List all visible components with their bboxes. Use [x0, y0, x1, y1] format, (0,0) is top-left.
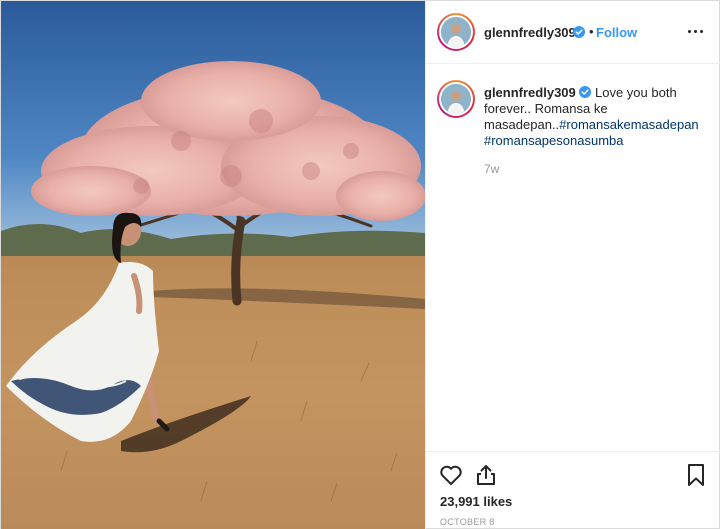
- hashtag-link[interactable]: #romansapesonasumba: [484, 133, 623, 148]
- verified-badge-icon: [579, 86, 592, 98]
- post-photo[interactable]: [1, 1, 425, 529]
- bookmark-icon[interactable]: [683, 462, 709, 488]
- author-avatar[interactable]: [437, 13, 475, 51]
- heart-icon[interactable]: [438, 462, 464, 488]
- instagram-post: glennfredly309 • Follow glennfredly309 L…: [0, 0, 720, 529]
- more-options-icon[interactable]: [687, 25, 705, 39]
- avatar-image: [441, 84, 471, 114]
- post-actions: 23,991 likes OCTOBER 8: [426, 451, 720, 529]
- post-details-panel: glennfredly309 • Follow glennfredly309 L…: [425, 1, 720, 529]
- share-icon[interactable]: [473, 462, 499, 488]
- caption-text: glennfredly309 Love you both forever.. R…: [484, 85, 706, 149]
- header-separator: •: [589, 24, 594, 39]
- verified-badge-icon: [573, 26, 585, 38]
- author-username[interactable]: glennfredly309: [484, 25, 576, 40]
- caption-username[interactable]: glennfredly309: [484, 85, 576, 100]
- post-photo-image: [1, 1, 425, 529]
- hashtag-link[interactable]: #romansakemasadepan: [559, 117, 698, 132]
- avatar-image: [441, 17, 471, 47]
- likes-count[interactable]: 23,991 likes: [440, 494, 512, 509]
- post-header: glennfredly309 • Follow: [426, 1, 720, 64]
- post-date[interactable]: OCTOBER 8: [440, 517, 495, 527]
- comment-time-ago[interactable]: 7w: [484, 162, 499, 176]
- caption-avatar[interactable]: [437, 80, 475, 118]
- follow-button[interactable]: Follow: [596, 25, 637, 40]
